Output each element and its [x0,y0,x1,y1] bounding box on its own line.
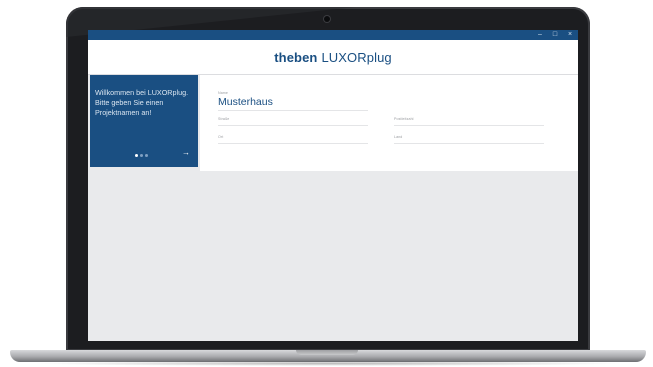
welcome-message: Willkommen bei LUXORplug. Bitte geben Si… [95,88,189,117]
logo-product: LUXORplug [321,49,392,65]
welcome-pager [135,154,148,157]
laptop-shadow [30,361,626,366]
laptop-screen: – □ × theben LUXORplug Willkommen bei LUX… [88,30,578,341]
country-field[interactable]: Land [394,135,402,139]
pager-dot[interactable] [135,154,138,157]
field-underline [218,110,368,111]
city-field[interactable]: Ort [218,135,223,139]
project-name-field[interactable]: Musterhaus [218,96,273,108]
close-button[interactable]: × [566,31,574,39]
window-controls: – □ × [536,30,574,40]
field-underline [394,125,544,126]
pager-dot[interactable] [140,154,143,157]
laptop-lid: – □ × theben LUXORplug Willkommen bei LUX… [66,7,590,351]
minimize-button[interactable]: – [536,31,544,39]
app-header: theben LUXORplug [88,40,578,75]
pager-dot[interactable] [145,154,148,157]
window-titlebar: – □ × [88,30,578,40]
field-underline [218,143,368,144]
app-logo: theben LUXORplug [274,50,392,65]
field-underline [394,143,544,144]
field-underline [218,125,368,126]
project-name-caption: Name [218,91,228,95]
webcam-icon [324,16,330,22]
project-form: Name Musterhaus Straße Postleitzahl Ort … [200,75,578,171]
street-field[interactable]: Straße [218,117,229,121]
laptop-opening-notch [296,350,358,355]
logo-brand: theben [274,49,318,65]
maximize-button[interactable]: □ [551,31,559,39]
welcome-card: Willkommen bei LUXORplug. Bitte geben Si… [90,75,198,167]
arrow-right-icon[interactable]: → [182,148,190,157]
postcode-field[interactable]: Postleitzahl [394,117,414,121]
